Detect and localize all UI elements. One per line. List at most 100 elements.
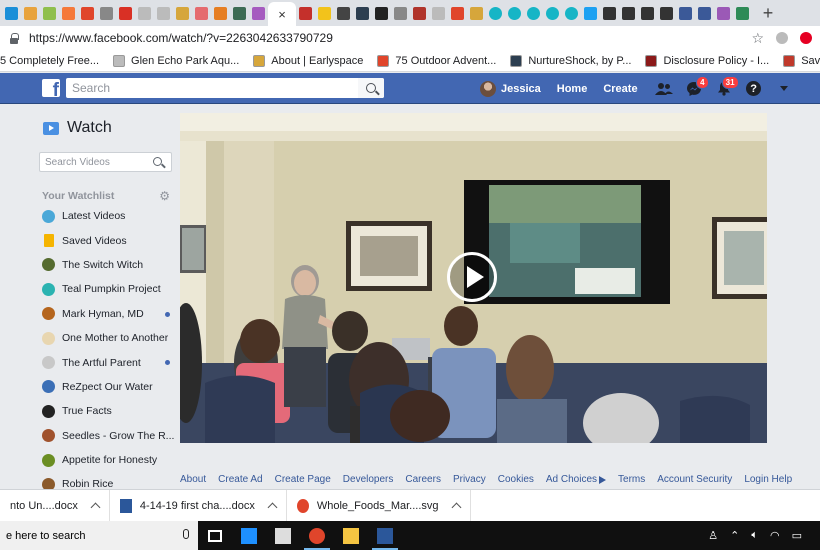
watchlist-item[interactable]: Mark Hyman, MD (36, 302, 174, 326)
browser-tab[interactable] (448, 2, 467, 24)
taskbar-app-file-explorer[interactable] (334, 521, 368, 550)
browser-tab[interactable] (638, 2, 657, 24)
browser-tab[interactable] (353, 2, 372, 24)
messages-button[interactable]: 4 (684, 75, 709, 99)
chevron-down-icon[interactable] (779, 86, 788, 91)
browser-tab[interactable] (315, 2, 334, 24)
browser-tab[interactable] (59, 2, 78, 24)
bookmark-item[interactable]: NurtureShock, by P... (510, 54, 631, 67)
download-item[interactable]: Whole_Foods_Mar....svg (287, 489, 471, 522)
footer-link[interactable]: Create Ad (218, 474, 262, 485)
video-player[interactable] (180, 113, 767, 443)
footer-link[interactable]: Account Security (657, 474, 732, 485)
browser-tab[interactable] (562, 2, 581, 24)
footer-link[interactable]: Developers (343, 474, 394, 485)
watchlist-item[interactable]: Saved Videos (36, 228, 174, 252)
taskbar-app-store[interactable] (266, 521, 300, 550)
search-button[interactable] (358, 78, 384, 98)
browser-tab[interactable] (21, 2, 40, 24)
watchlist-item[interactable]: The Artful Parent (36, 350, 174, 374)
profile-link[interactable]: Jessica (501, 83, 541, 95)
gear-icon[interactable]: ⚙ (159, 189, 170, 203)
browser-tab[interactable] (581, 2, 600, 24)
bookmark-item[interactable]: 75 Outdoor Advent... (377, 54, 496, 67)
play-button[interactable] (447, 252, 497, 302)
bookmark-item[interactable]: About | Earlyspace (253, 54, 363, 67)
facebook-search-input[interactable] (72, 81, 352, 95)
pinterest-extension-icon[interactable] (800, 32, 812, 44)
browser-tab[interactable] (334, 2, 353, 24)
facebook-search[interactable] (66, 78, 384, 98)
browser-tab[interactable] (676, 2, 695, 24)
watch-header[interactable]: Watch (36, 112, 174, 144)
footer-link[interactable]: Terms (618, 474, 645, 485)
browser-tab[interactable] (543, 2, 562, 24)
taskbar-app-chrome[interactable] (300, 521, 334, 550)
new-tab-button[interactable]: + (758, 3, 778, 24)
address-bar[interactable]: https://www.facebook.com/watch/?v=226304… (0, 26, 820, 50)
taskbar-app-edge[interactable] (232, 521, 266, 550)
bookmark-item[interactable]: Glen Echo Park Aqu... (113, 54, 239, 67)
footer-link[interactable]: Cookies (498, 474, 534, 485)
bookmark-star-icon[interactable]: ☆ (751, 30, 764, 47)
browser-tab[interactable] (173, 2, 192, 24)
browser-tab[interactable] (410, 2, 429, 24)
browser-tab[interactable] (230, 2, 249, 24)
chevron-up-icon[interactable] (90, 502, 101, 513)
video-search-input[interactable] (45, 156, 145, 168)
watchlist-item[interactable]: Appetite for Honesty (36, 448, 174, 472)
browser-tab[interactable] (97, 2, 116, 24)
browser-tab[interactable] (505, 2, 524, 24)
footer-link[interactable]: About (180, 474, 206, 485)
browser-tab[interactable] (714, 2, 733, 24)
browser-tab[interactable] (154, 2, 173, 24)
watchlist-item[interactable]: Seedles - Grow The R... (36, 424, 174, 448)
notification-center-icon[interactable]: ▭ (792, 529, 802, 542)
browser-tab[interactable] (695, 2, 714, 24)
browser-tab[interactable] (524, 2, 543, 24)
browser-tab[interactable] (391, 2, 410, 24)
notifications-button[interactable]: 31 (714, 75, 739, 99)
browser-tab[interactable] (211, 2, 230, 24)
search-icon[interactable] (153, 157, 162, 166)
chevron-up-icon[interactable]: ⌃ (730, 529, 739, 542)
bookmark-item[interactable]: Save the date! 2016... (783, 54, 820, 67)
browser-tab[interactable] (78, 2, 97, 24)
browser-tab[interactable] (192, 2, 211, 24)
browser-tab[interactable] (733, 2, 752, 24)
taskbar-app-task-view[interactable] (198, 521, 232, 550)
watchlist-item[interactable]: Latest Videos (36, 204, 174, 228)
browser-tab[interactable] (296, 2, 315, 24)
avatar[interactable] (480, 80, 496, 97)
help-button[interactable]: ? (744, 79, 764, 99)
browser-tab[interactable] (600, 2, 619, 24)
footer-link[interactable]: Careers (405, 474, 441, 485)
browser-tab[interactable] (486, 2, 505, 24)
friend-requests-button[interactable] (654, 79, 674, 99)
footer-link[interactable]: Ad Choices (546, 474, 607, 485)
browser-tab[interactable] (372, 2, 391, 24)
browser-tab-active[interactable]: × (268, 2, 296, 26)
extension-icon[interactable] (776, 32, 788, 44)
home-link[interactable]: Home (557, 83, 588, 95)
watchlist-item[interactable]: ReZpect Our Water (36, 375, 174, 399)
browser-tab[interactable] (467, 2, 486, 24)
video-search[interactable] (39, 152, 172, 172)
download-item[interactable]: nto Un....docx (0, 489, 110, 522)
volume-icon[interactable]: 🔈︎ (751, 529, 758, 542)
microphone-icon[interactable] (183, 529, 189, 539)
browser-tab[interactable] (40, 2, 59, 24)
create-link[interactable]: Create (603, 83, 637, 95)
facebook-logo-icon[interactable]: f (42, 79, 60, 97)
browser-tab[interactable] (2, 2, 21, 24)
browser-tab[interactable] (249, 2, 268, 24)
wifi-icon[interactable]: ◠ (770, 529, 780, 542)
close-icon[interactable]: × (278, 7, 286, 22)
chevron-up-icon[interactable] (267, 502, 278, 513)
footer-link[interactable]: Create Page (275, 474, 331, 485)
browser-tab[interactable] (657, 2, 676, 24)
bookmark-item[interactable]: 5 Completely Free... (0, 55, 99, 67)
browser-tab[interactable] (619, 2, 638, 24)
browser-tab[interactable] (429, 2, 448, 24)
watchlist-item[interactable]: The Switch Witch (36, 253, 174, 277)
